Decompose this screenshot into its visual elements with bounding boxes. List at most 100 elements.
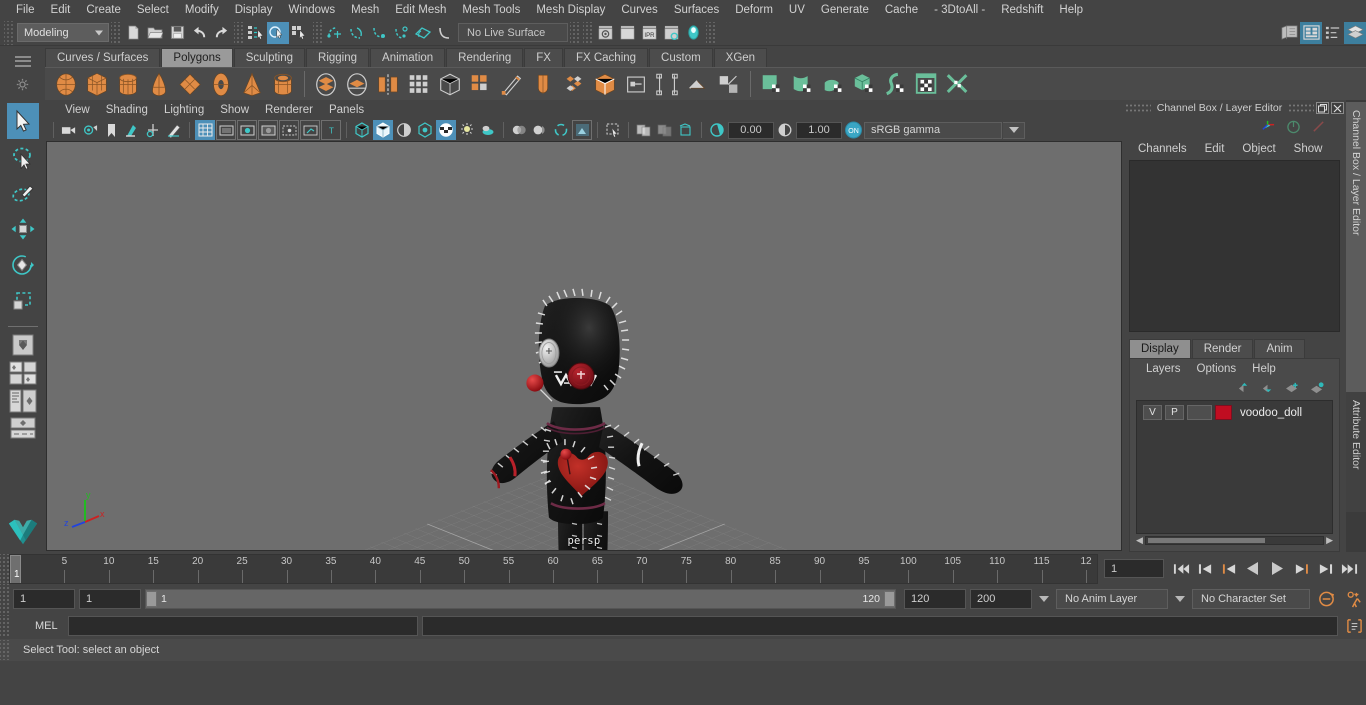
- two-d-pan-zoom-icon[interactable]: [143, 120, 163, 140]
- step-forward-keyframe-button[interactable]: [1314, 558, 1336, 580]
- show-hide-editors-icon[interactable]: [1278, 22, 1300, 44]
- target-weld-icon[interactable]: [528, 69, 558, 100]
- open-scene-icon[interactable]: [144, 22, 166, 44]
- show-tool-settings-icon[interactable]: [1322, 22, 1344, 44]
- boolean-icon[interactable]: [621, 69, 651, 100]
- 3d-viewport[interactable]: y x z persp: [46, 141, 1122, 551]
- menu-mesh-display[interactable]: Mesh Display: [528, 1, 613, 19]
- isolate-select-icon[interactable]: [603, 120, 623, 140]
- make-live-icon[interactable]: [434, 22, 456, 44]
- cylindrical-mapping-icon[interactable]: [788, 69, 818, 100]
- lasso-select-tool[interactable]: [7, 139, 39, 175]
- undo-icon[interactable]: [188, 22, 210, 44]
- separate-icon[interactable]: [342, 69, 372, 100]
- bookmark-icon[interactable]: [101, 120, 121, 140]
- menu-help[interactable]: Help: [1051, 1, 1091, 19]
- select-by-hierarchy-icon[interactable]: [245, 22, 267, 44]
- menu-file[interactable]: File: [8, 1, 43, 19]
- scroll-left-icon[interactable]: ◀: [1136, 535, 1143, 546]
- range-bar[interactable]: 1 120: [145, 589, 896, 609]
- menu-curves[interactable]: Curves: [613, 1, 665, 19]
- menu-create[interactable]: Create: [78, 1, 129, 19]
- polygon-cylinder-icon[interactable]: [113, 69, 143, 100]
- channelbox-menu-edit[interactable]: Edit: [1196, 142, 1234, 156]
- polygon-pipe-icon[interactable]: [268, 69, 298, 100]
- gamma-icon[interactable]: [775, 120, 795, 140]
- vertical-tab-attribute-editor[interactable]: Attribute Editor: [1346, 392, 1366, 512]
- motion-blur-icon[interactable]: [530, 120, 550, 140]
- use-default-lighting-icon[interactable]: [457, 120, 477, 140]
- panel-grip-left[interactable]: [1124, 103, 1151, 113]
- range-end-handle[interactable]: [884, 591, 895, 607]
- persp-outliner-layout[interactable]: [6, 388, 40, 414]
- ipr-render-icon[interactable]: IPR: [638, 22, 660, 44]
- layer-visibility-toggle[interactable]: V: [1143, 405, 1162, 420]
- attribute-editor-toggle-icon[interactable]: [1286, 120, 1301, 134]
- animation-end-field[interactable]: 200: [970, 589, 1032, 609]
- command-input[interactable]: [67, 616, 418, 636]
- current-frame-field[interactable]: 1: [1104, 559, 1164, 578]
- shelf-tab-rendering[interactable]: Rendering: [446, 48, 524, 67]
- menu-set-selector[interactable]: Modeling: [17, 23, 109, 42]
- snap-to-projected-center-icon[interactable]: [390, 22, 412, 44]
- render-current-frame-icon[interactable]: [594, 22, 616, 44]
- viewport-menu-panels[interactable]: Panels: [321, 103, 372, 117]
- move-layer-down-icon[interactable]: [1260, 382, 1275, 394]
- go-to-end-button[interactable]: [1338, 558, 1360, 580]
- xray-active-components-icon[interactable]: [676, 120, 696, 140]
- hypershade-icon[interactable]: [682, 22, 704, 44]
- menu-display[interactable]: Display: [227, 1, 281, 19]
- animation-start-field[interactable]: 1: [13, 589, 75, 609]
- command-language-label[interactable]: MEL: [13, 620, 64, 632]
- resolution-gate-icon[interactable]: [237, 120, 257, 140]
- time-cursor[interactable]: 1: [10, 554, 21, 583]
- persp-graph-layout[interactable]: [6, 416, 40, 442]
- snap-to-point-icon[interactable]: [368, 22, 390, 44]
- viewport-menu-lighting[interactable]: Lighting: [156, 103, 212, 117]
- multi-cut-tool-icon[interactable]: [559, 69, 589, 100]
- screen-space-ao-icon[interactable]: [509, 120, 529, 140]
- layer-horizontal-scrollbar[interactable]: ◀ ▶: [1136, 534, 1333, 547]
- smooth-icon[interactable]: [404, 69, 434, 100]
- paint-select-tool[interactable]: [7, 175, 39, 211]
- gate-mask-icon[interactable]: [258, 120, 278, 140]
- viewport-menu-show[interactable]: Show: [212, 103, 257, 117]
- step-back-frame-button[interactable]: [1218, 558, 1240, 580]
- layer-type-toggle[interactable]: [1187, 405, 1212, 420]
- quad-draw-icon[interactable]: [652, 69, 682, 100]
- layer-name[interactable]: voodoo_doll: [1240, 407, 1302, 419]
- shelf-tab-custom[interactable]: Custom: [649, 48, 713, 67]
- scroll-track[interactable]: [1144, 536, 1325, 545]
- layer-tab-render[interactable]: Render: [1191, 339, 1254, 358]
- multisample-aa-icon[interactable]: [551, 120, 571, 140]
- wireframe-shading-icon[interactable]: [352, 120, 372, 140]
- uv-editor-icon[interactable]: [714, 69, 744, 100]
- menu-windows[interactable]: Windows: [280, 1, 343, 19]
- select-by-component-icon[interactable]: [289, 22, 311, 44]
- shelf-tab-xgen[interactable]: XGen: [713, 48, 768, 67]
- new-scene-icon[interactable]: [122, 22, 144, 44]
- select-tool[interactable]: [6, 103, 39, 139]
- polygon-cone-icon[interactable]: [144, 69, 174, 100]
- shelf-options-gear-icon[interactable]: [16, 78, 29, 91]
- combine-icon[interactable]: [311, 69, 341, 100]
- channelbox-menu-show[interactable]: Show: [1285, 142, 1332, 156]
- uv-texture-editor-icon[interactable]: [912, 69, 942, 100]
- animation-preferences-icon[interactable]: [1342, 588, 1366, 610]
- time-slider[interactable]: 1 5 10 15 20 25 30 35 40 45 50 55 60 65 70 75 80 85 90 95 1…: [9, 553, 1098, 584]
- menu-mesh-tools[interactable]: Mesh Tools: [454, 1, 528, 19]
- render-sequence-icon[interactable]: [616, 22, 638, 44]
- spherical-mapping-icon[interactable]: [819, 69, 849, 100]
- shelf-tab-animation[interactable]: Animation: [370, 48, 446, 67]
- anim-layer-field[interactable]: No Anim Layer: [1056, 589, 1168, 609]
- multi-cut-icon[interactable]: [497, 69, 527, 100]
- depth-of-field-icon[interactable]: [572, 120, 592, 140]
- use-all-lights-icon[interactable]: [415, 120, 435, 140]
- menu-surfaces[interactable]: Surfaces: [666, 1, 727, 19]
- camera-attributes-icon[interactable]: [80, 120, 100, 140]
- viewport-menu-shading[interactable]: Shading: [98, 103, 156, 117]
- menu-modify[interactable]: Modify: [177, 1, 227, 19]
- new-layer-icon[interactable]: [1284, 382, 1300, 394]
- character-set-field[interactable]: No Character Set: [1192, 589, 1310, 609]
- channel-box-icon[interactable]: [1261, 120, 1276, 134]
